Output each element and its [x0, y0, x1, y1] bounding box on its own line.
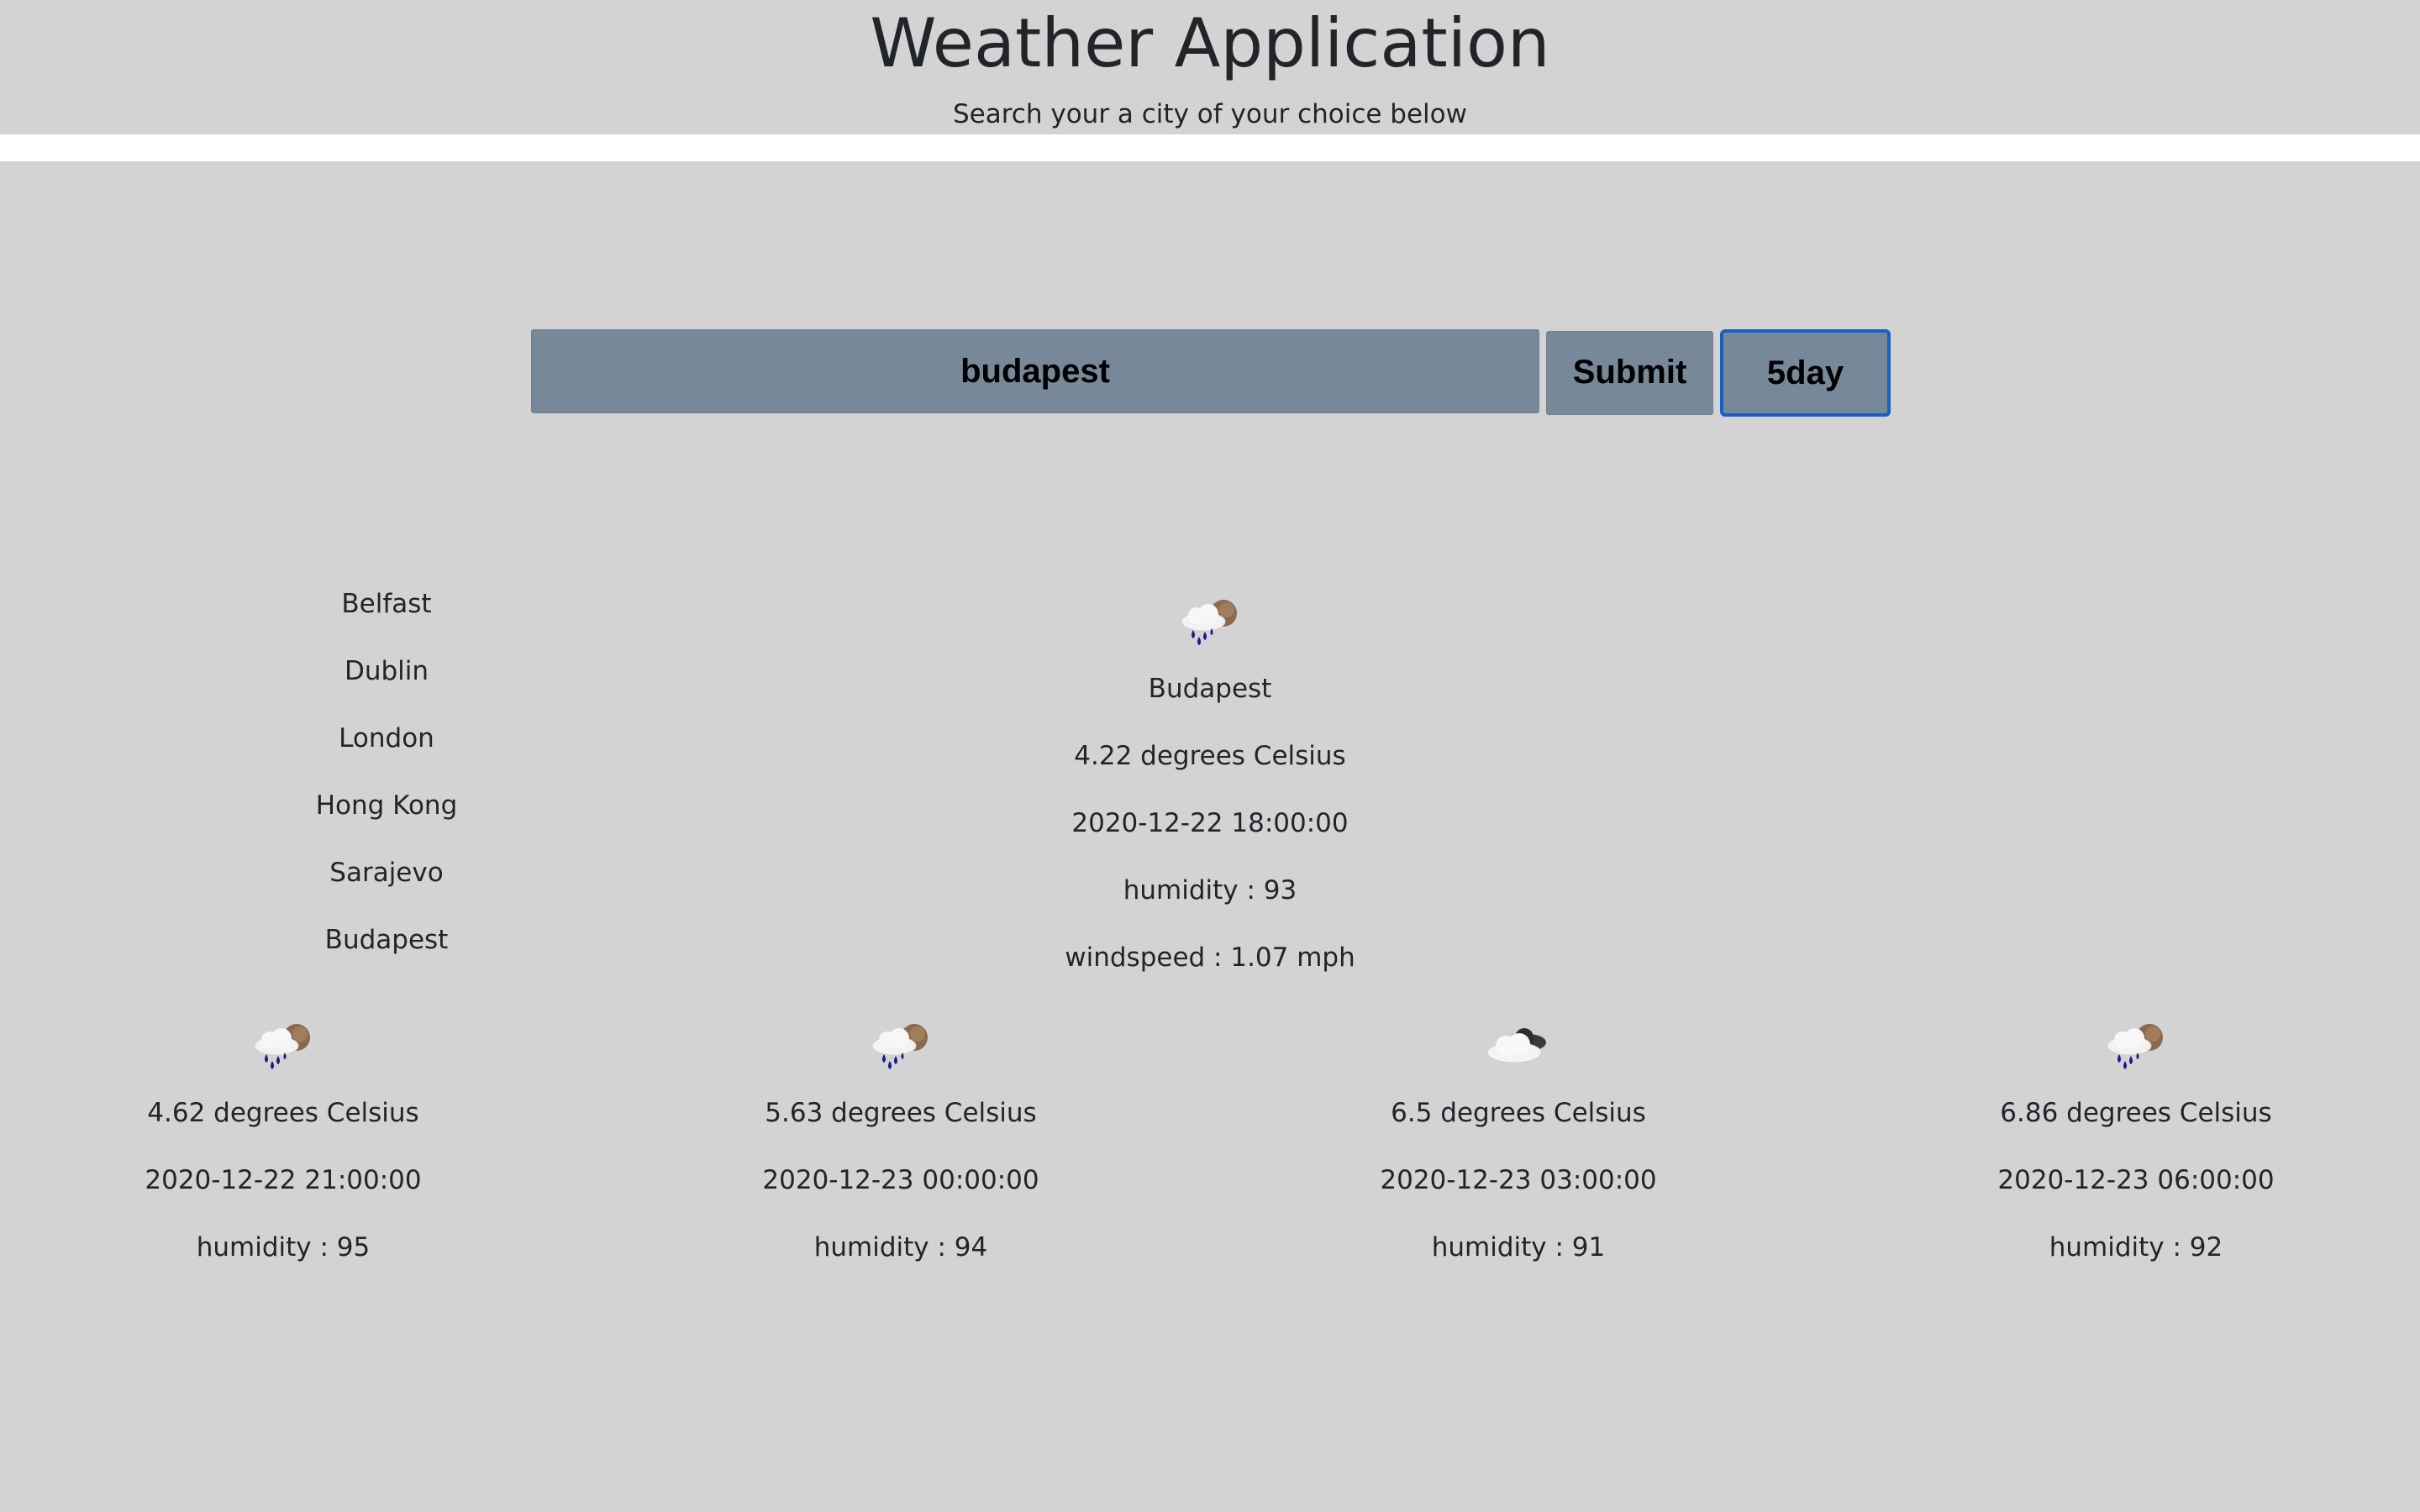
- city-item[interactable]: Belfast: [260, 571, 513, 638]
- current-humidity: humidity : 93: [1123, 875, 1297, 906]
- forecast-temperature: 6.5 degrees Celsius: [1391, 1098, 1646, 1128]
- forecast-card: 6.5 degrees Celsius 2020-12-23 03:00:00 …: [1266, 1012, 1770, 1281]
- rain-sun-icon: [958, 588, 1462, 655]
- forecast-temperature: 4.62 degrees Celsius: [147, 1098, 419, 1128]
- rain-sun-icon: [31, 1012, 535, 1079]
- cloud-icon: [1266, 1012, 1770, 1079]
- forecast-datetime: 2020-12-22 21:00:00: [145, 1165, 422, 1195]
- divider: [0, 134, 2420, 161]
- forecast-humidity: humidity : 95: [196, 1232, 371, 1263]
- forecast-humidity: humidity : 91: [1431, 1232, 1606, 1263]
- current-weather: Budapest 4.22 degrees Celsius 2020-12-22…: [958, 588, 1462, 991]
- city-item[interactable]: London: [260, 706, 513, 773]
- city-item[interactable]: Dublin: [260, 638, 513, 706]
- city-history-list: Belfast Dublin London Hong Kong Sarajevo…: [260, 571, 513, 974]
- forecast-temperature: 5.63 degrees Celsius: [765, 1098, 1037, 1128]
- forecast-card: 6.86 degrees Celsius 2020-12-23 06:00:00…: [1884, 1012, 2388, 1281]
- current-windspeed: windspeed : 1.07 mph: [1065, 942, 1355, 973]
- forecast-datetime: 2020-12-23 03:00:00: [1380, 1165, 1657, 1195]
- city-search-input[interactable]: [531, 329, 1539, 413]
- forecast-temperature: 6.86 degrees Celsius: [2000, 1098, 2272, 1128]
- header: Weather Application Search your a city o…: [0, 0, 2420, 134]
- city-item[interactable]: Sarajevo: [260, 840, 513, 907]
- current-city: Budapest: [1148, 674, 1272, 704]
- forecast-datetime: 2020-12-23 00:00:00: [762, 1165, 1039, 1195]
- forecast-humidity: humidity : 94: [813, 1232, 988, 1263]
- current-datetime: 2020-12-22 18:00:00: [1071, 808, 1349, 838]
- city-item[interactable]: Hong Kong: [260, 773, 513, 840]
- city-item[interactable]: Budapest: [260, 907, 513, 974]
- current-temperature: 4.22 degrees Celsius: [1074, 741, 1346, 771]
- page-title: Weather Application: [870, 4, 1550, 82]
- forecast-humidity: humidity : 92: [2049, 1232, 2223, 1263]
- submit-button[interactable]: Submit: [1546, 331, 1713, 415]
- rain-sun-icon: [1884, 1012, 2388, 1079]
- forecast-card: 5.63 degrees Celsius 2020-12-23 00:00:00…: [649, 1012, 1153, 1281]
- rain-sun-icon: [649, 1012, 1153, 1079]
- forecast-card: 4.62 degrees Celsius 2020-12-22 21:00:00…: [31, 1012, 535, 1281]
- forecast-datetime: 2020-12-23 06:00:00: [1997, 1165, 2275, 1195]
- page-subtitle: Search your a city of your choice below: [953, 99, 1467, 129]
- five-day-button[interactable]: 5day: [1720, 329, 1891, 417]
